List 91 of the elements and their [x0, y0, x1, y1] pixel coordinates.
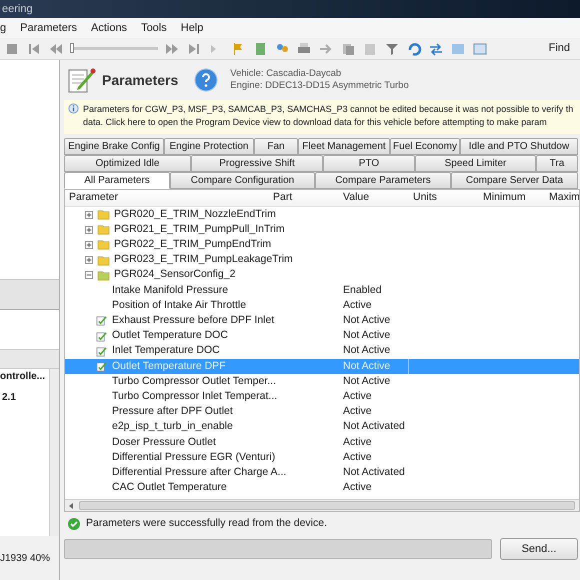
tab[interactable]: Compare Server Data [451, 172, 578, 189]
parameter-value: Not Activated [343, 419, 405, 434]
parameter-name[interactable]: Turbo Compressor Outlet Temper... [112, 374, 276, 390]
parameter-name[interactable]: Pressure after DPF Outlet [112, 404, 233, 420]
engine-text: Engine: DDEC13-DD15 Asymmetric Turbo [230, 80, 409, 92]
tab[interactable]: Tra [536, 155, 578, 172]
column-header[interactable]: Part [269, 190, 339, 206]
expand-icon[interactable] [85, 240, 93, 249]
page-title: Parameters [102, 70, 178, 90]
parameter-value: Enabled [343, 282, 382, 298]
window-title: eering [1, 2, 33, 17]
parameter-value: Not Active [343, 358, 390, 374]
tab[interactable]: Fan [254, 138, 298, 155]
column-header[interactable]: Parameter [65, 190, 269, 206]
tab[interactable]: Optimized Idle [64, 155, 191, 172]
parameter-value: Not Active [343, 328, 390, 344]
tab[interactable]: Engine Brake Config [64, 138, 164, 155]
expand-icon[interactable] [85, 210, 93, 219]
parameter-value: Active [343, 388, 372, 404]
help-icon[interactable] [194, 68, 218, 92]
expand-icon[interactable] [85, 256, 93, 264]
parameter-value: Active [343, 404, 372, 420]
parameter-value: Not Active [343, 374, 390, 389]
tab[interactable]: Speed Limiter [415, 155, 536, 172]
tab[interactable]: Idle and PTO Shutdow [460, 138, 578, 155]
parameter-name[interactable]: Position of Intake Air Throttle [112, 298, 246, 314]
scroll-left-icon[interactable] [67, 502, 75, 510]
banner-text: Parameters for CGW_P3, MSF_P3, SAMCAB_P3, SAMCHAS_P3 cannot be edited because it was not possible to verify th [83, 103, 574, 116]
parameter-name[interactable]: Differential Pressure after Charge A... [112, 464, 286, 481]
tree-group-label[interactable]: PGR021_E_TRIM_PumpPull_InTrim [114, 222, 285, 238]
parameter-name[interactable]: Differential Pressure EGR (Venturi) [112, 450, 276, 466]
folder-check-icon [97, 270, 110, 281]
parameter-name[interactable]: Turbo Compressor Inlet Temperat... [112, 388, 278, 405]
parameter-value: Active [343, 480, 372, 496]
menu-item[interactable]: Help [180, 20, 204, 36]
folder-icon [97, 224, 110, 236]
parameter-value: Not Active [343, 343, 390, 358]
parameter-name[interactable]: Inlet Temperature DOC [112, 343, 220, 360]
slider-thumb[interactable] [70, 43, 74, 53]
version-text: 2.1 [1, 391, 17, 405]
tree-group-label[interactable]: PGR023_E_TRIM_PumpLeakageTrim [114, 252, 293, 268]
parameter-name[interactable]: Outlet Temperature DOC [112, 328, 228, 344]
tree-group-label[interactable]: PGR020_E_TRIM_NozzleEndTrim [114, 206, 276, 222]
parameter-value: Not Active [343, 313, 390, 328]
parameter-name[interactable]: e2p_isp_t_turb_in_enable [112, 419, 233, 436]
tab[interactable]: Compare Parameters [315, 172, 451, 189]
menu-item[interactable]: g [0, 20, 6, 36]
success-check-icon [68, 518, 80, 530]
column-header[interactable]: Value [339, 190, 409, 206]
parameter-name[interactable]: Exhaust Pressure before DPF Inlet [112, 313, 274, 329]
tab[interactable]: PTO [323, 155, 415, 172]
tab[interactable]: Compare Configuration [170, 172, 315, 189]
parameter-name[interactable]: Doser Pressure Outlet [112, 434, 216, 450]
parameter-value: Not Activated [343, 464, 405, 480]
column-header[interactable]: Minimum [479, 190, 545, 206]
folder-icon [97, 209, 110, 220]
banner-text: data. Click here to open the Program Device view to download data for this vehicle before attempting to make param [83, 116, 548, 129]
expand-icon[interactable] [85, 226, 93, 234]
swap-icon[interactable] [428, 40, 444, 56]
menu-item[interactable]: Tools [141, 20, 167, 36]
status-message: Parameters were successfully read from the device. [86, 516, 328, 532]
menu-item[interactable]: Actions [90, 20, 128, 36]
parameter-name[interactable]: Intake Manifold Pressure [112, 282, 228, 298]
collapse-icon[interactable] [85, 271, 93, 280]
parameter-value: Active [343, 298, 372, 313]
vertical-scrollbar[interactable] [49, 369, 59, 536]
tree-group-label[interactable]: PGR024_SensorConfig_2 [114, 267, 236, 284]
folder-icon [97, 239, 110, 250]
list-pane [0, 310, 59, 350]
parameter-name[interactable]: CAC Outlet Temperature [112, 480, 227, 496]
status-text: J1939 40% [0, 552, 50, 566]
parameter-value: Active [343, 450, 372, 465]
find-label[interactable]: Find [548, 40, 576, 57]
tab[interactable]: Fleet Management [298, 138, 390, 155]
vehicle-text: Vehicle: Cascadia-Daycab [230, 68, 342, 80]
column-header[interactable]: ontrolle... [0, 369, 49, 384]
tab[interactable]: Progressive Shift [191, 155, 323, 172]
tab[interactable]: All Parameters [64, 172, 170, 189]
menu-item[interactable]: Parameters [20, 20, 77, 36]
tab[interactable]: Engine Protection [164, 138, 254, 155]
folder-icon [97, 254, 110, 266]
tree-group-label[interactable]: PGR022_E_TRIM_PumpEndTrim [114, 237, 272, 253]
undo-icon[interactable] [406, 40, 422, 56]
tab[interactable]: Fuel Economy [390, 138, 460, 155]
info-icon [68, 103, 79, 114]
parameter-value: Active [343, 434, 372, 450]
warning-banner[interactable] [64, 100, 580, 134]
horizontal-scrollbar[interactable] [65, 499, 579, 511]
column-header[interactable]: Maxim [545, 190, 579, 206]
column-header[interactable]: Units [409, 190, 479, 206]
send-button[interactable]: Send... [500, 538, 578, 560]
